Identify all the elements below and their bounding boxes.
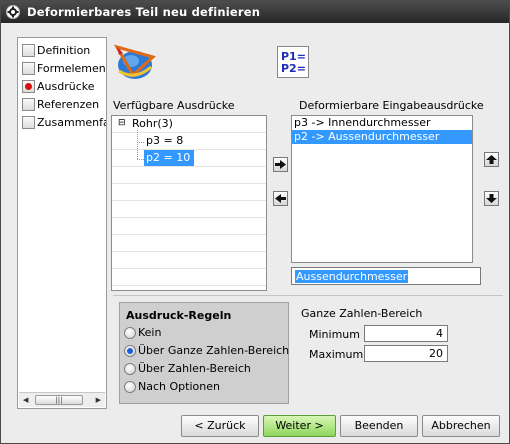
maximum-label: Maximum [309,348,364,361]
arrow-right-icon [275,160,286,169]
radio-rule-integer-range[interactable]: Über Ganze Zahlen-Bereich [124,344,289,357]
radio-label: Nach Optionen [138,380,220,393]
list-item-selected[interactable]: p2 -> Aussendurchmesser [292,130,472,144]
add-expression-button[interactable] [273,157,288,172]
radio-rule-number-range[interactable]: Über Zahlen-Bereich [124,362,251,375]
tree-root-label: Rohr(3) [132,117,173,130]
tree-row [112,269,266,286]
tree-guide-line [137,142,144,143]
nav-item-label: Ausdrücke [37,80,95,93]
radio-icon [124,362,136,375]
tree-item-label: p3 = 8 [146,134,184,147]
tree-row [112,218,266,235]
nav-item-ausdruecke[interactable]: Ausdrücke [22,78,95,95]
minimum-label: Minimum [309,328,360,341]
dialog-window: Deformierbares Teil neu definieren Defin… [0,0,510,444]
step-box-icon [22,44,35,57]
radio-icon [124,380,136,393]
nav-item-label: Zusammenfassung [37,116,106,129]
move-up-button[interactable] [484,152,499,167]
back-button[interactable]: < Zurück [181,415,259,437]
step-box-icon [22,116,35,129]
next-button[interactable]: Weiter > [263,415,336,437]
nav-item-label: Definition [37,44,91,57]
nav-item-label: Referenzen [37,98,100,111]
scroll-left-icon[interactable]: ◀ [23,396,28,404]
maximum-input[interactable]: 20 [364,345,448,362]
nav-horizontal-scrollbar[interactable]: ◀ ||| ▶ [19,392,105,407]
radio-icon [124,326,136,339]
window-title: Deformierbares Teil neu definieren [27,5,261,19]
active-step-icon [22,80,35,93]
remove-expression-button[interactable] [273,191,288,206]
minimum-input[interactable]: 4 [364,325,448,342]
arrow-up-icon [486,155,497,164]
radio-label: Über Ganze Zahlen-Bereich [138,344,290,357]
nav-item-label: Formelement [37,62,107,75]
radio-selected-icon [124,344,136,357]
expression-rules-group: Ausdruck-Regeln Kein Über Ganze Zahlen-B… [119,302,289,404]
tree-row[interactable]: p2 = 10 [112,150,266,167]
cancel-button[interactable]: Abbrechen [422,415,500,437]
section-divider [113,295,503,296]
arrow-down-icon [486,194,497,203]
nav-item-definition[interactable]: Definition [22,42,90,59]
tree-row[interactable]: p3 = 8 [112,133,266,150]
collapse-icon[interactable]: ⊟ [118,118,126,128]
tree-row [112,252,266,269]
tree-row [112,201,266,218]
tree-row [112,235,266,252]
deformable-expressions-list[interactable]: p3 -> Innendurchmesser p2 -> Aussendurch… [291,115,473,263]
expression-name-field[interactable]: Aussendurchmesser [291,267,481,285]
finish-button[interactable]: Beenden [340,415,418,437]
tree-row [112,167,266,184]
tree-row[interactable]: ⊟ Rohr(3) [112,116,266,133]
scroll-right-icon[interactable]: ▶ [96,396,101,404]
parameter-line-1: P1= [281,50,306,63]
tree-item-label-selected: p2 = 10 [144,150,194,166]
gear-icon[interactable] [5,4,21,20]
parameter-line-2: P2= [281,62,306,75]
radio-label: Über Zahlen-Bereich [138,362,251,375]
step-navigation: Definition Formelement Ausdrücke Referen… [17,37,107,409]
radio-rule-options[interactable]: Nach Optionen [124,380,220,393]
range-title: Ganze Zahlen-Bereich [301,307,423,320]
deformable-expressions-label: Deformierbare Eingabeausdrücke [299,99,484,112]
expression-name-value: Aussendurchmesser [295,270,409,283]
expression-shape-icon [113,44,157,79]
nav-item-zusammenfassung[interactable]: Zusammenfassung [22,114,106,131]
tree-row [112,184,266,201]
available-expressions-label: Verfügbare Ausdrücke [113,99,235,112]
arrow-left-icon [275,194,286,203]
radio-label: Kein [138,326,162,339]
available-expressions-tree[interactable]: ⊟ Rohr(3) p3 = 8 p2 = 10 [111,115,267,291]
step-box-icon [22,62,35,75]
tree-guide-line [137,159,144,160]
radio-rule-none[interactable]: Kein [124,326,161,339]
tree-guide-line [137,130,138,159]
move-down-button[interactable] [484,191,499,206]
parameters-icon: P1= P2= [277,46,309,78]
title-bar[interactable]: Deformierbares Teil neu definieren [1,1,509,23]
list-item[interactable]: p3 -> Innendurchmesser [292,116,472,130]
scrollbar-thumb[interactable]: ||| [35,395,83,405]
nav-item-formelement[interactable]: Formelement [22,60,107,77]
rules-title: Ausdruck-Regeln [126,309,232,322]
nav-item-referenzen[interactable]: Referenzen [22,96,99,113]
step-box-icon [22,98,35,111]
